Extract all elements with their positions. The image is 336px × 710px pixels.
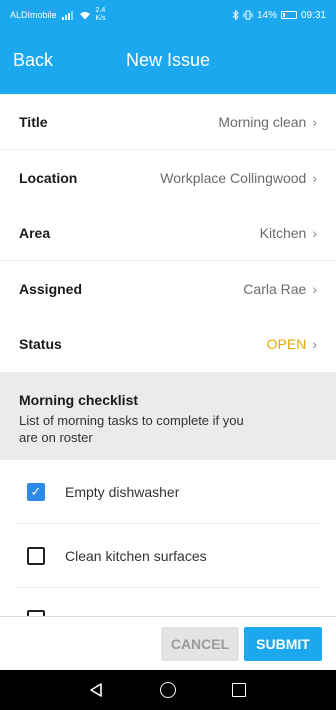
bluetooth-icon xyxy=(232,10,239,20)
carrier-label: ALDImobile xyxy=(10,10,57,20)
checklist-item-partial[interactable] xyxy=(16,588,320,616)
signal-icon xyxy=(61,10,73,20)
vibrate-icon xyxy=(243,10,253,20)
field-label: Location xyxy=(19,169,78,186)
field-label: Status xyxy=(19,336,62,352)
status-badge: OPEN xyxy=(266,336,307,352)
battery-icon xyxy=(280,11,297,19)
field-value: Workplace Collingwood xyxy=(160,169,307,186)
recent-apps-icon[interactable] xyxy=(232,683,246,697)
field-label: Title xyxy=(19,113,48,130)
battery-percent: 14% xyxy=(256,9,277,21)
checklist-title: Morning checklist xyxy=(19,392,139,408)
nav-bar: Back New Issue xyxy=(0,30,336,94)
checklist-header: Morning checklist List of morning tasks … xyxy=(0,372,336,460)
chevron-right-icon: › xyxy=(312,336,317,352)
field-row-area[interactable]: Area Kitchen › xyxy=(0,205,336,261)
field-label: Area xyxy=(19,224,51,241)
field-value: Morning clean xyxy=(218,113,307,130)
checklist-item-label: Empty dishwasher xyxy=(65,483,180,500)
chevron-right-icon: › xyxy=(312,224,317,241)
page-title: New Issue xyxy=(125,50,211,70)
field-row-location[interactable]: Location Workplace Collingwood › xyxy=(0,150,336,206)
home-circle-icon[interactable] xyxy=(160,682,176,698)
field-label: Assigned xyxy=(19,280,83,297)
checklist-item-label: Clean kitchen surfaces xyxy=(65,547,207,564)
field-row-status[interactable]: Status OPEN › xyxy=(0,316,336,372)
clock: 09:31 xyxy=(300,9,326,21)
field-value: Carla Rae xyxy=(243,280,307,297)
system-nav-bar xyxy=(0,670,336,710)
field-value: Kitchen xyxy=(259,224,307,241)
network-speed: 2.4 K/s xyxy=(96,7,106,23)
checklist-description: List of morning tasks to complete if you… xyxy=(19,413,244,445)
speed-value: 2.4 xyxy=(95,7,106,14)
cancel-button[interactable]: CANCEL xyxy=(161,627,239,661)
checklist-item[interactable]: Clean kitchen surfaces xyxy=(16,524,320,588)
checklist-item[interactable]: ✓ Empty dishwasher xyxy=(16,460,320,524)
field-row-assigned[interactable]: Assigned Carla Rae › xyxy=(0,261,336,317)
wifi-icon xyxy=(79,11,90,19)
checkbox-checked[interactable]: ✓ xyxy=(27,482,45,501)
chevron-right-icon: › xyxy=(312,169,317,186)
checkbox[interactable] xyxy=(27,546,45,565)
submit-button[interactable]: SUBMIT xyxy=(244,627,322,661)
chevron-right-icon: › xyxy=(312,113,317,130)
field-row-title[interactable]: Title Morning clean › xyxy=(0,94,336,150)
back-triangle-icon[interactable] xyxy=(88,682,104,698)
chevron-right-icon: › xyxy=(312,280,317,297)
status-bar: ALDImobile 2.4 K/s 14% 09:31 xyxy=(0,0,336,30)
footer-bar: CANCEL SUBMIT xyxy=(0,616,336,670)
speed-unit: K/s xyxy=(95,15,106,22)
